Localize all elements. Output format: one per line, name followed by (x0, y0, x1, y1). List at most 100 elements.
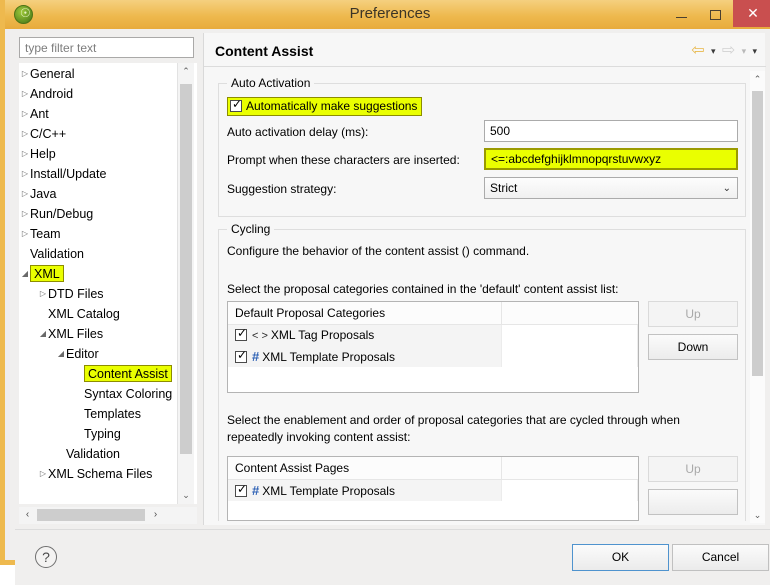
default-proposal-categories-list[interactable]: Default Proposal Categories < >XML Tag P… (227, 301, 639, 393)
table-cell-category[interactable]: #XML Template Proposals (228, 346, 502, 367)
tree-item-label: Validation (66, 447, 120, 461)
automatically-make-suggestions-checkbox[interactable]: Automatically make suggestions (227, 97, 423, 116)
default-list-up-button[interactable]: Up (648, 301, 738, 327)
tree-item-validation[interactable]: Validation (20, 444, 196, 464)
auto-activation-group-title: Auto Activation (227, 76, 315, 90)
tree-item-run-debug[interactable]: ▷ Run/Debug (20, 204, 196, 224)
suggestion-strategy-label: Suggestion strategy: (227, 182, 337, 196)
table-row[interactable]: < >XML Tag Proposals (228, 325, 638, 346)
page-title: Content Assist (215, 43, 314, 59)
tree-item-c-c[interactable]: ▷ C/C++ (20, 124, 196, 144)
header-divider (204, 66, 766, 67)
page-scroll-down-icon[interactable]: ⌄ (750, 507, 765, 523)
tree-hscroll-thumb[interactable] (37, 509, 145, 521)
tree-item-label: Team (30, 227, 61, 241)
cancel-button[interactable]: Cancel (672, 544, 769, 571)
tree-item-xml-catalog[interactable]: XML Catalog (20, 304, 196, 324)
tree-item-validation[interactable]: Validation (20, 244, 196, 264)
default-list-down-button[interactable]: Down (648, 334, 738, 360)
default-list-header-col2 (502, 302, 638, 324)
preferences-dialog: ☉ Preferences ✕ type filter text ▷ Genera… (0, 0, 770, 585)
automatically-make-suggestions-label: Automatically make suggestions (246, 99, 418, 113)
tree-item-label: XML (30, 265, 64, 282)
page-navigation: ⇦ ▾ ⇨ ▾ ▾ (688, 43, 757, 61)
tree-scroll-up-icon[interactable]: ⌃ (178, 63, 194, 80)
checkbox-icon[interactable] (235, 482, 247, 497)
template-icon: # (252, 483, 260, 498)
cycle-list-up-button[interactable]: Up (648, 456, 738, 482)
tree-scroll-left-icon[interactable]: ‹ (19, 507, 36, 523)
window-title: Preferences (349, 5, 431, 22)
tree-scroll-thumb[interactable] (180, 84, 192, 454)
default-list-header-col1: Default Proposal Categories (228, 302, 502, 324)
checkbox-icon[interactable] (230, 97, 242, 112)
maximize-button[interactable] (699, 0, 731, 27)
back-menu-chevron-down-icon[interactable]: ▾ (711, 46, 716, 57)
tree-item-label: Editor (66, 347, 99, 361)
tree-item-templates[interactable]: Templates (20, 404, 196, 424)
table-row[interactable]: #XML Template Proposals (228, 346, 638, 367)
checkbox-icon[interactable] (235, 348, 247, 363)
table-cell-category[interactable]: #XML Template Proposals (228, 480, 502, 501)
auto-activation-delay-input[interactable]: 500 (484, 120, 738, 142)
table-cell-category[interactable]: < >XML Tag Proposals (228, 325, 502, 346)
checkbox-icon[interactable] (235, 326, 247, 341)
page-scroll-up-icon[interactable]: ⌃ (750, 71, 765, 87)
ok-button[interactable]: OK (572, 544, 669, 571)
page-vertical-scrollbar[interactable]: ⌃ ⌄ (750, 71, 765, 523)
cycle-list-header: Content Assist Pages (228, 457, 638, 480)
tree-item-dtd-files[interactable]: ▷ DTD Files (20, 284, 196, 304)
cycling-description: Configure the behavior of the content as… (227, 244, 530, 258)
filter-input[interactable]: type filter text (19, 37, 194, 58)
tree-item-content-assist[interactable]: Content Assist (20, 364, 196, 384)
tree-item-label: Run/Debug (30, 207, 94, 221)
tree-item-xml-files[interactable]: ◢ XML Files (20, 324, 196, 344)
table-cell-label: XML Template Proposals (262, 350, 395, 364)
xml-tag-icon: < > (252, 330, 268, 342)
cycle-list-header-col1: Content Assist Pages (228, 457, 502, 479)
tree-horizontal-scrollbar[interactable]: ‹ › (19, 507, 197, 524)
tree-item-android[interactable]: ▷ Android (20, 84, 196, 104)
table-row[interactable]: #XML Template Proposals (228, 480, 638, 501)
tree-item-help[interactable]: ▷ Help (20, 144, 196, 164)
tree-item-typing[interactable]: Typing (20, 424, 196, 444)
content-assist-pages-list[interactable]: Content Assist Pages #XML Template Propo… (227, 456, 639, 521)
table-cell-label: XML Tag Proposals (270, 328, 375, 342)
tree-item-ant[interactable]: ▷ Ant (20, 104, 196, 124)
forward-arrow-icon[interactable]: ⇨ (722, 43, 735, 59)
table-cell-label: XML Template Proposals (262, 484, 395, 498)
prompt-characters-input[interactable]: <=:abcdefghijklmnopqrstuvwxyz (484, 148, 738, 170)
minimize-button[interactable] (665, 0, 697, 27)
forward-menu-chevron-down-icon[interactable]: ▾ (742, 46, 747, 57)
preferences-tree[interactable]: ▷ General ▷ Android ▷ Ant ▷ C/C++ ▷ Help ▷ Install/… (19, 63, 197, 504)
tree-item-install-update[interactable]: ▷ Install/Update (20, 164, 196, 184)
cycle-list-down-button[interactable] (648, 489, 738, 515)
tree-item-xml[interactable]: ◢ XML (20, 264, 196, 284)
tree-item-team[interactable]: ▷ Team (20, 224, 196, 244)
dialog-body: type filter text ▷ General ▷ Android ▷ Ant ▷ C/… (10, 29, 770, 585)
table-cell-empty (502, 346, 638, 367)
tree-item-syntax-coloring[interactable]: Syntax Coloring (20, 384, 196, 404)
view-menu-chevron-down-icon[interactable]: ▾ (752, 46, 757, 57)
tree-item-label: Install/Update (30, 167, 107, 181)
suggestion-strategy-select[interactable]: Strict ⌄ (484, 177, 738, 199)
tree-item-xml-schema-files[interactable]: ▷ XML Schema Files (20, 464, 196, 484)
back-arrow-icon[interactable]: ⇦ (691, 43, 704, 59)
close-button[interactable]: ✕ (733, 0, 770, 27)
tree-item-editor[interactable]: ◢ Editor (20, 344, 196, 364)
chevron-down-icon[interactable]: ⌄ (723, 178, 731, 199)
cycle-list-header-col2 (502, 457, 638, 479)
tree-item-general[interactable]: ▷ General (20, 64, 196, 84)
tree-item-label: Java (30, 187, 57, 201)
tree-vertical-scrollbar[interactable]: ⌃ ⌄ (177, 63, 194, 504)
tree-scroll-right-icon[interactable]: › (147, 507, 164, 523)
tree-scroll-down-icon[interactable]: ⌄ (178, 487, 194, 504)
tree-item-label: Ant (30, 107, 49, 121)
prompt-characters-label: Prompt when these characters are inserte… (227, 153, 460, 167)
page-scroll-thumb[interactable] (752, 91, 763, 376)
default-list-label: Select the proposal categories contained… (227, 282, 619, 296)
tree-item-java[interactable]: ▷ Java (20, 184, 196, 204)
tree-item-label: XML Files (48, 327, 104, 341)
tree-item-label: Android (30, 87, 74, 101)
title-bar: ☉ Preferences ✕ (5, 0, 770, 29)
